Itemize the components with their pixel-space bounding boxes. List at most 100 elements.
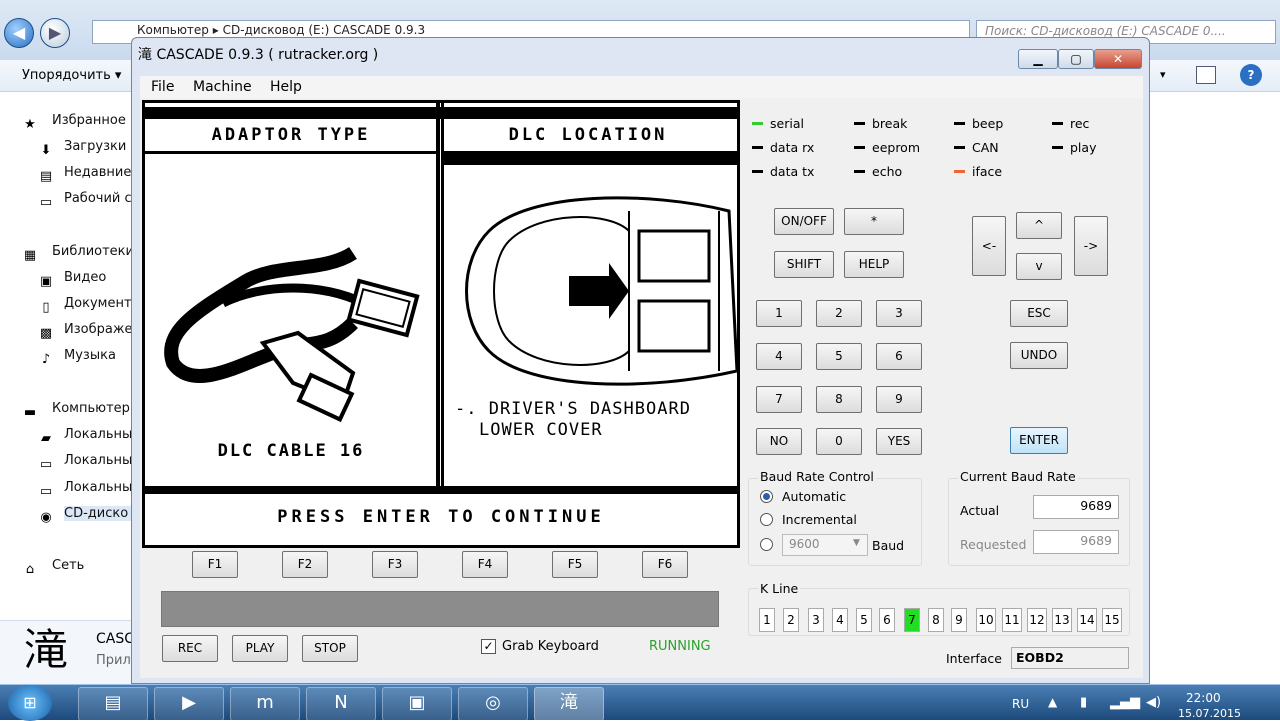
sidebar-icon-4: ▦ [23,248,37,263]
digit-3-button[interactable]: 3 [876,300,922,327]
right-arrow-button[interactable]: -> [1074,216,1108,276]
star-button[interactable]: * [844,208,904,235]
shift-button[interactable]: SHIFT [774,251,834,278]
k-line-pin-6[interactable]: 6 [879,608,895,632]
led-eeprom-indicator [854,146,865,149]
view-options-icon[interactable]: ▾ [1160,68,1166,81]
f5-button[interactable]: F5 [552,551,598,578]
digit-4-button[interactable]: 4 [756,343,802,370]
enter-button[interactable]: ENTER [1010,427,1068,454]
help-button[interactable]: HELP [844,251,904,278]
taskbar-media-player-icon[interactable]: ▶ [154,687,224,721]
organize-button[interactable]: Упорядочить ▾ [22,68,121,83]
sidebar-item-13[interactable]: CD-диско [64,506,140,521]
taskbar-chrome-icon[interactable]: ◎ [458,687,528,721]
menu-help[interactable]: Help [270,79,302,95]
k-line-pin-8[interactable]: 8 [928,608,944,632]
k-line-pin-4[interactable]: 4 [832,608,848,632]
k-line-pin-15[interactable]: 15 [1102,608,1122,632]
k-line-pin-14[interactable]: 14 [1077,608,1097,632]
k-line-pin-9[interactable]: 9 [951,608,967,632]
battery-icon[interactable]: ▮ [1080,695,1087,710]
up-arrow-button[interactable]: ^ [1016,212,1062,239]
yes-button[interactable]: YES [876,428,922,455]
led-break-indicator [854,122,865,125]
k-line-pin-10[interactable]: 10 [976,608,996,632]
zero-button[interactable]: 0 [816,428,862,455]
close-button[interactable]: ✕ [1094,49,1142,69]
sidebar-item-11[interactable]: Локальны [64,453,140,468]
digit-5-button[interactable]: 5 [816,343,862,370]
k-line-pin-3[interactable]: 3 [808,608,824,632]
sidebar-item-5[interactable]: Видео [64,270,140,285]
clock-time[interactable]: 22:00 [1186,691,1221,705]
left-arrow-button[interactable]: <- [972,216,1006,276]
sidebar-item-14[interactable]: Сеть [52,558,140,573]
tray-expand-icon[interactable]: ▲ [1048,695,1057,709]
sidebar-item-9[interactable]: Компьютер [52,401,140,416]
automatic-radio[interactable] [760,490,773,503]
esc-button[interactable]: ESC [1010,300,1068,327]
stop-button[interactable]: STOP [302,635,358,662]
custom-baud-radio[interactable] [760,538,773,551]
sidebar-item-8[interactable]: Музыка [64,348,140,363]
sidebar-item-0[interactable]: Избранное [52,113,140,128]
k-line-pin-5[interactable]: 5 [856,608,872,632]
rec-button[interactable]: REC [162,635,218,662]
digit-2-button[interactable]: 2 [816,300,862,327]
digit-6-button[interactable]: 6 [876,343,922,370]
forward-button[interactable]: ▶ [40,18,70,48]
undo-button[interactable]: UNDO [1010,342,1068,369]
sidebar-item-10[interactable]: Локальны [64,427,140,442]
taskbar-maxthon-icon[interactable]: m [230,687,300,721]
led-play-label: play [1070,140,1097,155]
k-line-pin-7[interactable]: 7 [904,608,920,632]
f3-button[interactable]: F3 [372,551,418,578]
digit-1-button[interactable]: 1 [756,300,802,327]
sidebar-item-6[interactable]: Документ [64,296,140,311]
f2-button[interactable]: F2 [282,551,328,578]
digit-9-button[interactable]: 9 [876,386,922,413]
taskbar-toolbox-icon[interactable]: ▣ [382,687,452,721]
start-button[interactable]: ⊞ [8,685,52,721]
minimize-button[interactable]: ▁ [1018,49,1058,69]
incremental-radio[interactable] [760,513,773,526]
menu-machine[interactable]: Machine [193,79,252,95]
down-arrow-button[interactable]: v [1016,253,1062,280]
interface-value: EOBD2 [1011,647,1129,669]
sidebar-item-2[interactable]: Недавние [64,165,140,180]
digit-8-button[interactable]: 8 [816,386,862,413]
f1-button[interactable]: F1 [192,551,238,578]
sidebar-item-1[interactable]: Загрузки [64,139,140,154]
k-line-pin-13[interactable]: 13 [1052,608,1072,632]
onoff-button[interactable]: ON/OFF [774,208,834,235]
grab-keyboard-checkbox[interactable]: ✓ [481,639,496,654]
help-icon[interactable]: ? [1240,64,1262,86]
k-line-pin-12[interactable]: 12 [1027,608,1047,632]
sidebar-item-4[interactable]: Библиотеки [52,244,140,259]
k-line-pin-11[interactable]: 11 [1002,608,1022,632]
client-area: ADAPTOR TYPE DLC LOCATION DLC CABLE 16 -… [140,98,1143,678]
menu-file[interactable]: File [151,79,174,95]
preview-pane-icon[interactable] [1196,66,1216,84]
k-line-pin-1[interactable]: 1 [759,608,775,632]
sidebar-item-3[interactable]: Рабочий с [64,191,140,206]
taskbar-cascade-icon[interactable]: 滝 [534,687,604,721]
back-button[interactable]: ◀ [4,18,34,48]
digit-7-button[interactable]: 7 [756,386,802,413]
taskbar-explorer-icon[interactable]: ▤ [78,687,148,721]
clock-date[interactable]: 15.07.2015 [1178,707,1256,721]
no-button[interactable]: NO [756,428,802,455]
sidebar-item-12[interactable]: Локальны [64,480,140,495]
f4-button[interactable]: F4 [462,551,508,578]
sidebar-item-7[interactable]: Изображе [64,322,140,337]
network-icon[interactable]: ▂▄▆ [1110,695,1140,710]
taskbar-app-icon[interactable]: N [306,687,376,721]
play-button[interactable]: PLAY [232,635,288,662]
language-indicator[interactable]: RU [1012,697,1029,711]
volume-icon[interactable]: ◀) [1146,695,1161,710]
baud-select[interactable]: 9600 ▼ [782,534,868,556]
maximize-button[interactable]: ▢ [1058,49,1094,69]
k-line-pin-2[interactable]: 2 [783,608,799,632]
f6-button[interactable]: F6 [642,551,688,578]
